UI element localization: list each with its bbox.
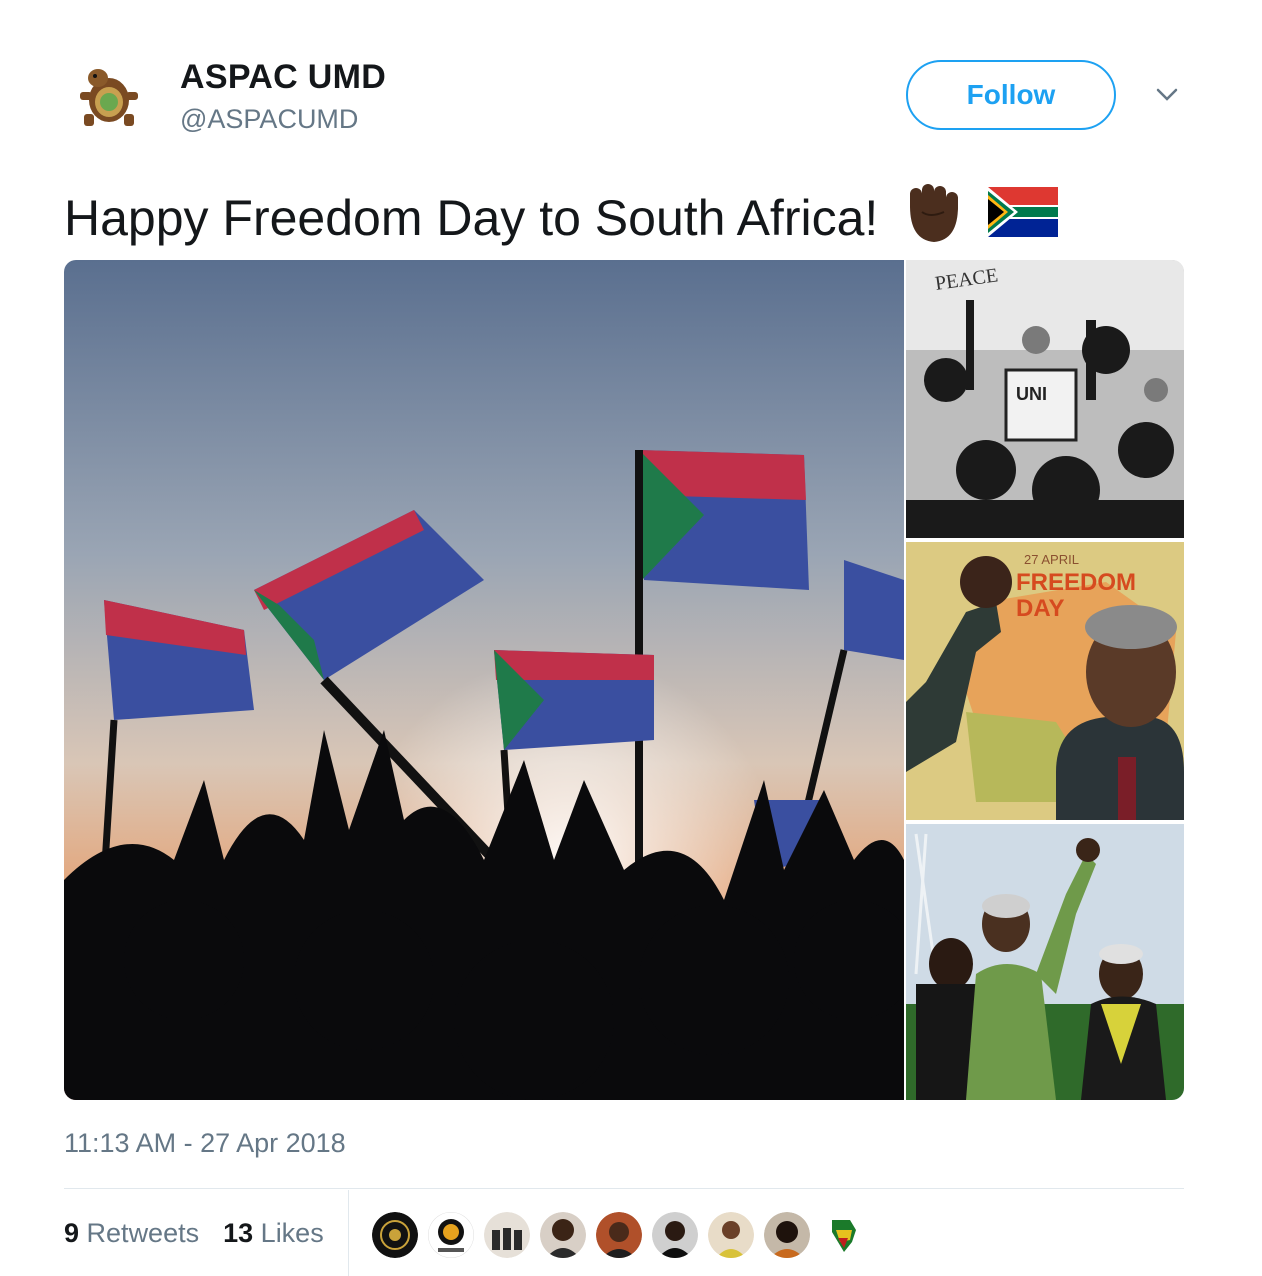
liker-avatar-5[interactable] [596, 1212, 642, 1258]
protest-crowd-bw-photo[interactable]: UNI PEACE [906, 260, 1184, 538]
follow-button[interactable]: Follow [906, 60, 1116, 130]
liker-avatar-1[interactable] [372, 1212, 418, 1258]
tweet-text: Happy Freedom Day to South Africa! [64, 190, 879, 246]
liker-avatar-7[interactable] [708, 1212, 754, 1258]
likes-label: Likes [260, 1218, 324, 1248]
chevron-down-icon[interactable] [1154, 82, 1180, 108]
tweet-stats: 9 Retweets 13 Likes [64, 1218, 324, 1249]
south-africa-flag-icon [988, 187, 1059, 249]
flags-crowd-silhouette-photo[interactable] [64, 260, 914, 1100]
tweet-header: ASPAC UMD @ASPACUMD Follow [64, 58, 1184, 138]
user-handle[interactable]: @ASPACUMD [180, 104, 358, 135]
svg-text:UNI: UNI [1016, 384, 1047, 404]
likes-stat[interactable]: 13 Likes [223, 1218, 324, 1249]
liker-avatar-8[interactable] [764, 1212, 810, 1258]
liker-avatar-3[interactable] [484, 1212, 530, 1258]
tweet-body: Happy Freedom Day to South Africa! [64, 178, 1059, 258]
turtle-logo-icon[interactable] [76, 64, 142, 130]
liker-avatar-9[interactable] [820, 1212, 866, 1258]
liker-avatar-2[interactable] [428, 1212, 474, 1258]
poster-date: 27 APRIL [1024, 552, 1079, 567]
liker-avatar-6[interactable] [652, 1212, 698, 1258]
user-name[interactable]: ASPAC UMD [180, 58, 386, 97]
retweets-count: 9 [64, 1218, 80, 1248]
raised-fist-icon [900, 178, 968, 258]
liker-avatar-4[interactable] [540, 1212, 586, 1258]
likers-list [372, 1212, 866, 1258]
poster-line1: FREEDOM [1016, 569, 1136, 596]
retweets-label: Retweets [86, 1218, 200, 1248]
freedom-day-poster[interactable]: 27 APRIL FREEDOM DAY [906, 542, 1184, 820]
tweet-timestamp[interactable]: 11:13 AM - 27 Apr 2018 [64, 1128, 346, 1159]
stats-vertical-divider [348, 1190, 349, 1276]
poster-line2: DAY [1016, 595, 1064, 622]
stats-divider [64, 1188, 1184, 1189]
mandela-raised-fist-photo[interactable] [906, 824, 1184, 1100]
likes-count: 13 [223, 1218, 254, 1248]
retweets-stat[interactable]: 9 Retweets [64, 1218, 199, 1249]
tweet-media-grid: UNI PEACE 27 APRIL FREEDOM DAY [64, 260, 1184, 1100]
